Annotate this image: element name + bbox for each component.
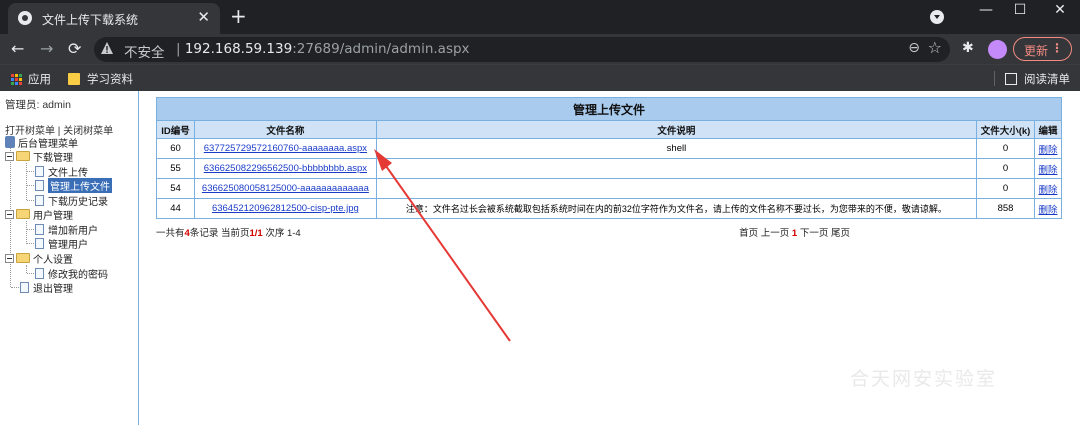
page-content: 管理员: admin 打开树菜单 | 关闭树菜单 后台管理菜单 下载管理 文件上… (0, 91, 1080, 425)
update-label: 更新 (1024, 44, 1049, 58)
annotation-arrow-head (374, 149, 392, 171)
address-bar[interactable]: 不安全 | 192.168.59.139:27689/admin/admin.a… (94, 37, 950, 62)
back-icon[interactable]: ← (11, 39, 24, 58)
tab-search-icon[interactable] (930, 10, 944, 24)
url-path: :27689/admin/admin.aspx (292, 41, 470, 57)
extensions-icon[interactable]: ✱ (962, 40, 974, 56)
insecure-label[interactable]: 不安全 (124, 41, 165, 61)
browser-tab[interactable]: 文件上传下载系统 ✕ (8, 3, 220, 34)
tab-bar: 文件上传下载系统 ✕ + — ☐ ✕ (0, 0, 1080, 34)
bookmark-star-icon[interactable]: ☆ (928, 38, 942, 57)
bookmark-separator (994, 71, 995, 86)
reload-icon[interactable]: ⟳ (68, 39, 81, 58)
apps-grid-icon (11, 73, 22, 85)
tab-close-icon[interactable]: ✕ (197, 8, 210, 26)
maximize-icon[interactable]: ☐ (1000, 2, 1040, 18)
bookmark-label: 应用 (28, 72, 51, 86)
bookmark-apps[interactable]: 应用 (11, 71, 51, 87)
new-tab-icon[interactable]: + (230, 4, 247, 28)
annotation-arrow-line (380, 158, 511, 342)
forward-icon[interactable]: → (40, 39, 53, 58)
bookmark-label: 学习资料 (87, 72, 133, 86)
watermark-text: 合天网安实验室 (850, 368, 998, 390)
bookmark-study[interactable]: 学习资料 (68, 71, 133, 87)
menu-icon[interactable]: ⋮ (1051, 41, 1063, 55)
profile-avatar[interactable] (988, 40, 1007, 59)
browser-toolbar: ← → ⟳ 不安全 | 192.168.59.139:27689/admin/a… (0, 34, 1080, 64)
chrome-favicon-icon (18, 11, 32, 25)
bookmarks-bar: 应用 学习资料 阅读清单 (0, 64, 1080, 91)
tab-title: 文件上传下载系统 (42, 13, 139, 27)
close-window-icon[interactable]: ✕ (1040, 2, 1080, 18)
update-button[interactable]: 更新 ⋮ (1013, 37, 1072, 61)
folder-icon (68, 73, 80, 85)
url-text[interactable]: | 192.168.59.139:27689/admin/admin.aspx (176, 41, 470, 57)
warning-icon[interactable] (100, 41, 114, 55)
zoom-icon[interactable]: ⊖ (908, 40, 920, 56)
reading-list-button[interactable]: 阅读清单 (1005, 71, 1070, 87)
url-host: 192.168.59.139 (184, 41, 293, 57)
browser-chrome: 文件上传下载系统 ✕ + — ☐ ✕ ← → ⟳ 不安全 | 192.168.5… (0, 0, 1080, 91)
reading-list-icon (1005, 73, 1017, 85)
reading-list-label: 阅读清单 (1024, 72, 1070, 86)
